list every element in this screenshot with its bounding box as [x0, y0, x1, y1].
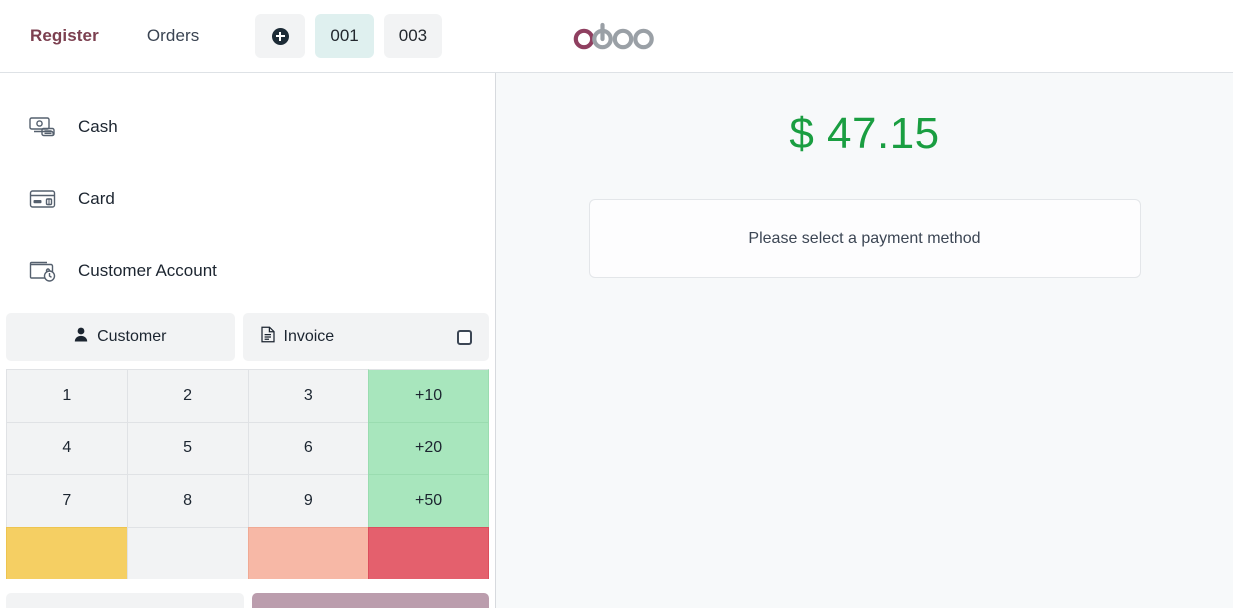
pos-payment-screen: Register Orders 001 003 Cash Card Custom… [0, 0, 1233, 608]
numpad-key-5[interactable]: 5 [126, 421, 248, 474]
numpad-key-row4-col1[interactable] [6, 526, 127, 579]
odoo-wordmark-icon [573, 22, 654, 50]
action-row: Back Validate [0, 593, 495, 608]
numpad-key-plus10[interactable]: +10 [368, 369, 489, 422]
paymentlines-empty-message: Please select a payment method [748, 229, 981, 247]
payment-method-label: Customer Account [78, 261, 217, 280]
order-tab-003[interactable]: 003 [383, 14, 443, 58]
person-icon [74, 327, 88, 347]
numpad-key-plus50[interactable]: +50 [368, 474, 489, 527]
payment-method-label: Card [78, 189, 115, 208]
banknotes-icon [26, 112, 60, 142]
numpad-key-row4-col2[interactable] [126, 526, 248, 579]
numpad-key-6[interactable]: 6 [247, 421, 369, 474]
new-order-button[interactable] [255, 14, 306, 58]
invoice-button-label: Invoice [283, 328, 335, 345]
order-summary-pane: $ 47.15 Please select a payment method [496, 73, 1233, 608]
invoice-button[interactable]: Invoice [242, 313, 489, 361]
total-due-amount: $ 47.15 [789, 109, 940, 158]
odoo-logo [571, 22, 663, 50]
payment-method-customer-account[interactable]: Customer Account [0, 235, 495, 307]
numpad-key-3[interactable]: 3 [247, 369, 369, 422]
document-icon [260, 326, 275, 348]
credit-card-icon [26, 184, 60, 214]
numpad-key-1[interactable]: 1 [6, 369, 127, 422]
nav-register[interactable]: Register [18, 20, 111, 52]
nav-orders[interactable]: Orders [135, 20, 212, 52]
numpad-key-plus20[interactable]: +20 [368, 421, 489, 474]
numpad-key-2[interactable]: 2 [126, 369, 248, 422]
invoice-checkbox[interactable] [457, 329, 472, 345]
payment-method-list: Cash Card Customer Account [0, 73, 495, 307]
payment-method-cash[interactable]: Cash [0, 91, 495, 163]
numpad-key-row4-col4[interactable] [368, 526, 489, 579]
order-tab-list: 001 003 [255, 14, 443, 58]
plus-circle-icon [271, 27, 289, 45]
validate-button[interactable]: Validate [251, 593, 489, 608]
paymentlines-container: Please select a payment method [588, 199, 1141, 278]
payment-left-pane: Cash Card Customer Account Customer Invo… [0, 73, 496, 608]
payment-method-card[interactable]: Card [0, 163, 495, 235]
order-tab-001[interactable]: 001 [315, 14, 374, 58]
customer-button-label: Customer [97, 328, 167, 345]
payment-method-label: Cash [78, 117, 118, 136]
customer-button[interactable]: Customer [6, 313, 235, 361]
main-body: Cash Card Customer Account Customer Invo… [0, 73, 1233, 608]
header-nav: Register Orders 001 003 [0, 14, 443, 58]
numpad-key-4[interactable]: 4 [6, 421, 127, 474]
customer-invoice-row: Customer Invoice [0, 313, 495, 361]
top-header: Register Orders 001 003 [0, 0, 1233, 73]
back-button[interactable]: Back [6, 593, 244, 608]
wallet-clock-icon [26, 256, 60, 286]
numpad-key-9[interactable]: 9 [247, 474, 369, 527]
numpad: 1 2 3 +10 4 5 6 +20 7 8 9 +50 [0, 369, 495, 579]
numpad-key-7[interactable]: 7 [6, 474, 127, 527]
numpad-key-row4-col3[interactable] [247, 526, 369, 579]
numpad-key-8[interactable]: 8 [126, 474, 248, 527]
